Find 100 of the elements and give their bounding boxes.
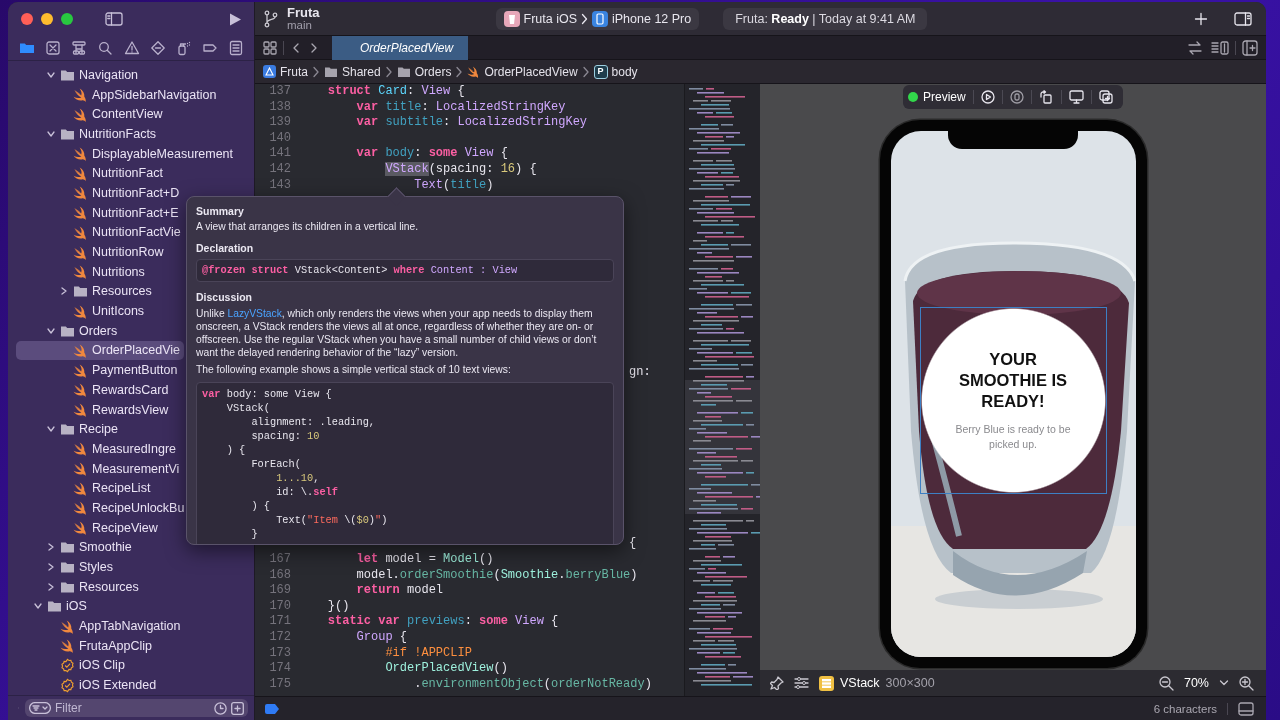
swap-arrows-icon[interactable] (1187, 40, 1203, 55)
tree-item[interactable]: iOS (16, 596, 91, 617)
add-panel-icon[interactable] (1242, 39, 1258, 56)
breadcrumb-item[interactable]: Orders (396, 64, 452, 79)
device-icon[interactable] (592, 10, 608, 27)
chevron-down-icon[interactable] (1219, 679, 1229, 687)
filter-box[interactable]: Filter (25, 699, 248, 717)
tree-item[interactable]: AppSidebarNavigation (16, 84, 221, 105)
tree-item[interactable]: NutritionFactVie (16, 222, 185, 243)
minimize-button[interactable] (41, 13, 53, 25)
folder-icon (396, 65, 411, 78)
bird-icon (73, 87, 88, 103)
bottom-panel-icon[interactable] (1238, 701, 1254, 716)
tree-item[interactable]: NutritionFact+E (16, 202, 183, 223)
line-number: 170 (269, 598, 291, 613)
zoom-in-icon[interactable] (1239, 675, 1254, 691)
tree-item[interactable]: RewardsCard (16, 380, 173, 400)
bird-icon (73, 205, 88, 221)
close-button[interactable] (21, 13, 33, 25)
doc-link[interactable]: LazyVStack (227, 308, 282, 319)
sliders-icon[interactable] (794, 676, 809, 690)
filter-field[interactable]: Filter (55, 701, 210, 715)
device-name[interactable]: iPhone 12 Pro (612, 11, 692, 26)
zoom-out-icon[interactable] (1158, 675, 1174, 691)
app-icon[interactable] (503, 10, 520, 27)
warning-icon[interactable] (123, 40, 140, 56)
tree-item[interactable]: Orders (16, 320, 122, 341)
tree-item[interactable]: RecipeUnlockBu (16, 498, 189, 518)
bird-icon (73, 224, 88, 240)
search-icon[interactable] (97, 40, 114, 56)
tree-item[interactable]: NutritionRow (16, 242, 168, 262)
grid-icon[interactable] (263, 40, 277, 55)
tree-item[interactable]: Resources (16, 281, 156, 302)
tree-item[interactable]: MeasuredIngre (16, 439, 181, 459)
x-square-icon[interactable] (45, 40, 62, 56)
code-fragment: gn: (629, 364, 651, 379)
tree-item[interactable]: RewardsView (16, 399, 173, 420)
filter-icon[interactable] (29, 702, 51, 714)
breadcrumb-item[interactable]: OrderPlacedView (467, 64, 578, 79)
scheme-name[interactable]: Fruta iOS (523, 11, 577, 26)
play-circle-icon[interactable] (980, 90, 995, 104)
section-heading: Summary (196, 204, 245, 218)
tree-item[interactable]: iOS Extended (16, 675, 161, 695)
tree-item[interactable]: Smoothie (16, 537, 136, 558)
spray-icon[interactable] (175, 40, 192, 56)
tree-item[interactable]: Navigation (16, 65, 143, 85)
tree-item[interactable]: FrutaAppClip (16, 635, 156, 656)
list-icon[interactable] (228, 40, 244, 56)
preview-button[interactable]: Preview (908, 90, 966, 104)
sidebar-toggle-icon[interactable] (105, 12, 123, 26)
tree-item[interactable]: Styles (16, 557, 118, 577)
code-line: var title: LocalizedStringKey (356, 99, 566, 114)
tree-item[interactable]: iOS Clip (16, 655, 129, 676)
line-number: 173 (269, 645, 291, 660)
tree-item[interactable]: DisplayableMeasurement (16, 143, 238, 164)
bird-icon (60, 638, 75, 654)
chevron-icon (385, 65, 392, 78)
panel-icon[interactable] (1234, 11, 1252, 26)
tree-item[interactable]: NutritionFact+D (16, 183, 184, 203)
line-number: 142 (269, 161, 291, 176)
code-line: model.orderSmoothie(Smoothie.berryBlue) (356, 567, 638, 582)
tree-item[interactable]: NutritionFact (16, 163, 167, 184)
tree-item[interactable]: Recipe (16, 419, 122, 440)
device-circle-icon[interactable] (1010, 90, 1025, 104)
tree-item[interactable]: Nutritions (16, 261, 149, 282)
tree-item[interactable]: NutritionFacts (16, 124, 161, 144)
play-icon[interactable] (228, 11, 242, 27)
inspector-icon[interactable] (1211, 40, 1229, 55)
monitor-icon[interactable] (1068, 90, 1084, 104)
hierarchy-icon[interactable] (71, 40, 88, 56)
tree-item[interactable]: AppTabNavigation (16, 616, 185, 636)
chevron-icon[interactable] (59, 286, 69, 297)
editor-tab[interactable]: OrderPlacedView (332, 35, 468, 60)
tree-item[interactable]: UnitIcons (16, 301, 149, 321)
tree-item[interactable]: ContentView (16, 104, 167, 125)
summary-text: A view that arranges its children in a vertical line. (196, 220, 420, 233)
duplicate-icon[interactable] (1098, 90, 1113, 104)
bird-icon (73, 106, 88, 122)
chevron-icon[interactable] (46, 542, 56, 553)
zoom-level[interactable]: 70% (1183, 676, 1209, 690)
tree-item[interactable]: PaymentButton (16, 360, 182, 380)
pin-icon[interactable] (770, 676, 784, 690)
breadcrumb-item[interactable]: Shared (324, 64, 381, 79)
tree-item[interactable]: OrderPlacedVie (16, 340, 184, 361)
folder-icon (324, 65, 338, 78)
tree-item[interactable]: RecipeView (16, 517, 162, 538)
diamond-icon[interactable] (149, 40, 166, 56)
tree-item[interactable]: Resources (16, 576, 143, 597)
clock-icon[interactable] (214, 701, 227, 715)
rotate-icon[interactable] (1039, 90, 1054, 104)
line-number: 175 (269, 676, 291, 691)
tree-item[interactable]: RecipeList (16, 478, 155, 499)
chevron-icon[interactable] (46, 562, 56, 573)
chevron-icon[interactable] (46, 581, 56, 592)
tree-item[interactable]: MeasurementVi (16, 458, 184, 479)
tag-icon[interactable] (265, 703, 279, 714)
breadcrumb-item[interactable]: P body (593, 64, 638, 79)
add-box-icon[interactable] (231, 701, 244, 715)
zoom-button[interactable] (61, 13, 73, 25)
breadcrumb-item[interactable]: Fruta (263, 64, 308, 79)
